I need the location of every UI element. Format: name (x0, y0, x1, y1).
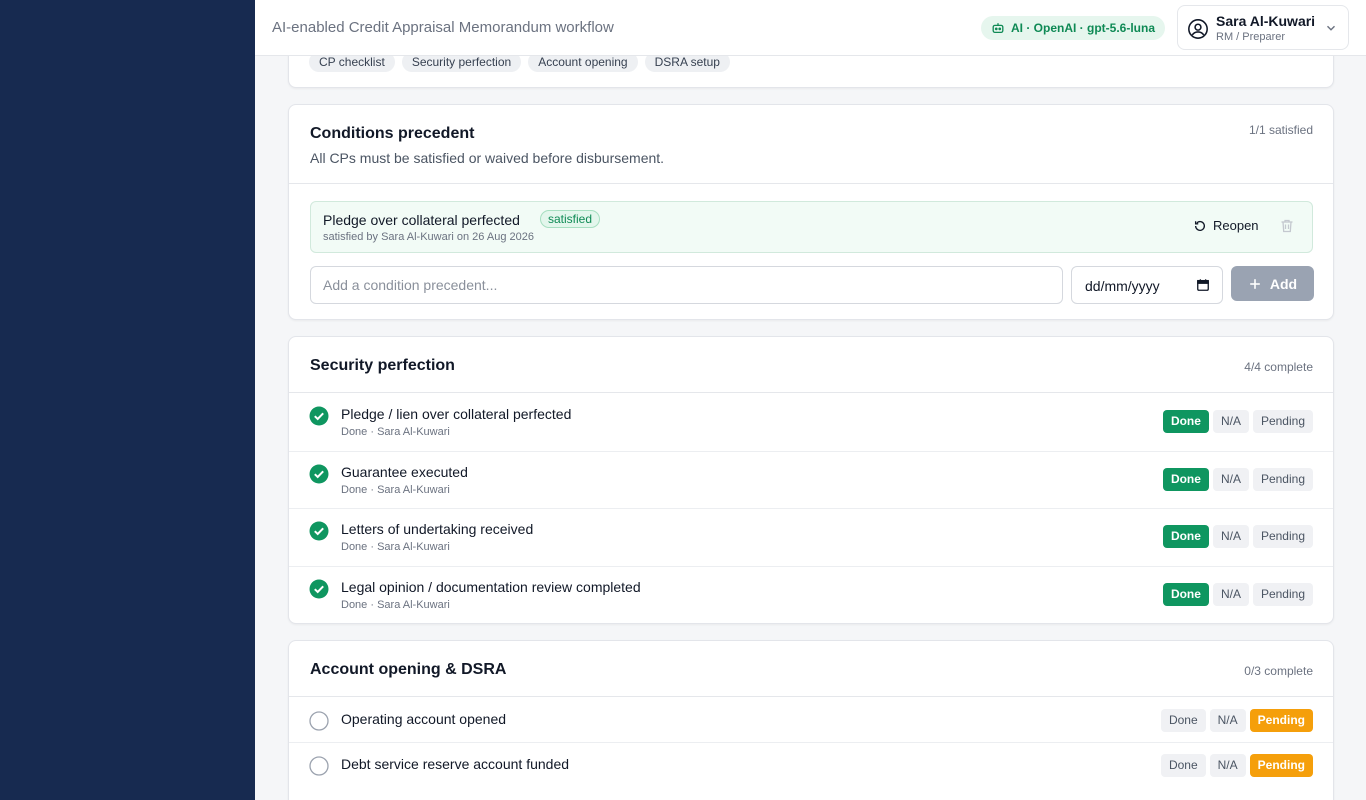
status-badge: satisfied (540, 210, 601, 228)
card-progress: 4/4 complete (1244, 360, 1313, 374)
checklist-row: Legal opinion / documentation review com… (289, 567, 1333, 623)
status-toggle: Done N/A Pending (1162, 410, 1313, 433)
user-name: Sara Al-Kuwari (1216, 13, 1316, 29)
cp-input[interactable] (310, 266, 1063, 304)
card-subtitle: All CPs must be satisfied or waived befo… (310, 150, 665, 166)
app-title: AI-enabled Credit Appraisal Memorandum w… (272, 19, 614, 36)
status-na-button[interactable]: N/A (1212, 468, 1249, 491)
checklist-row: Debt service reserve account funded Done… (289, 743, 1333, 788)
cp-item-meta: satisfied by Sara Al-Kuwari on 26 Aug 20… (323, 231, 534, 243)
card-header: Security perfection 4/4 complete (289, 337, 1333, 393)
card-title: Account opening & DSRA (310, 661, 507, 678)
cp-item-title: Pledge over collateral perfected (323, 212, 520, 228)
user-role: RM / Preparer (1216, 31, 1286, 43)
card-title: Conditions precedent (310, 125, 475, 142)
status-pending-button[interactable]: Pending (1252, 525, 1313, 548)
row-title: Guarantee executed (341, 464, 468, 480)
status-pending-button[interactable]: Pending (1249, 709, 1313, 732)
user-menu[interactable]: Sara Al-Kuwari RM / Preparer (1177, 5, 1349, 50)
check-circle-icon (309, 579, 329, 599)
status-na-button[interactable]: N/A (1212, 583, 1249, 606)
row-meta: Done · Sara Al-Kuwari (341, 541, 450, 553)
card-header: Account opening & DSRA 0/3 complete (289, 641, 1333, 697)
status-pending-button[interactable]: Pending (1249, 754, 1313, 777)
checklist-row: Pledge / lien over collateral perfected … (289, 394, 1333, 452)
empty-circle-icon (309, 711, 329, 731)
status-toggle: Done N/A Pending (1162, 525, 1313, 548)
security-perfection-card: Security perfection 4/4 complete Pledge … (288, 336, 1334, 624)
add-label: Add (1269, 275, 1298, 292)
status-na-button[interactable]: N/A (1209, 709, 1246, 732)
ai-provider-badge: AI · OpenAI · gpt-5.6-luna (981, 16, 1165, 40)
account-opening-card: Account opening & DSRA 0/3 complete Oper… (288, 640, 1334, 800)
status-done-button[interactable]: Done (1160, 754, 1206, 777)
rotate-ccw-icon (1194, 220, 1206, 231)
row-meta: Done · Sara Al-Kuwari (341, 426, 450, 438)
status-done-button[interactable]: Done (1162, 468, 1209, 491)
add-cp-button[interactable]: Add (1231, 266, 1314, 301)
row-meta: Done · Sara Al-Kuwari (341, 599, 450, 611)
ai-badge-label: AI · OpenAI · gpt-5.6-luna (1011, 21, 1155, 35)
plus-icon (1250, 278, 1260, 289)
top-bar: AI-enabled Credit Appraisal Memorandum w… (255, 0, 1366, 56)
row-meta: Done · Sara Al-Kuwari (341, 484, 450, 496)
card-progress: 1/1 satisfied (1248, 123, 1313, 137)
checklist-row: Guarantee executed Done · Sara Al-Kuwari… (289, 452, 1333, 509)
due-date-field[interactable]: dd/mm/yyyy (1071, 266, 1223, 304)
sidebar (0, 0, 255, 800)
check-circle-icon (309, 464, 329, 484)
status-done-button[interactable]: Done (1162, 583, 1209, 606)
status-na-button[interactable]: N/A (1212, 410, 1249, 433)
user-circle-icon (1188, 19, 1208, 39)
conditions-precedent-card: Conditions precedent All CPs must be sat… (288, 104, 1334, 320)
status-toggle: Done N/A Pending (1160, 754, 1313, 777)
row-title: Operating account opened (341, 711, 507, 727)
reopen-button[interactable]: Reopen (1193, 218, 1259, 233)
status-pending-button[interactable]: Pending (1252, 468, 1313, 491)
card-title: Security perfection (310, 357, 455, 374)
status-na-button[interactable]: N/A (1209, 754, 1246, 777)
chevron-down-icon (1327, 25, 1335, 31)
status-na-button[interactable]: N/A (1212, 525, 1249, 548)
status-toggle: Done N/A Pending (1160, 709, 1313, 732)
checklist-row: Letters of undertaking received Done · S… (289, 509, 1333, 567)
reopen-label: Reopen (1213, 218, 1259, 233)
status-toggle: Done N/A Pending (1162, 468, 1313, 491)
status-pending-button[interactable]: Pending (1252, 583, 1313, 606)
check-circle-icon (309, 406, 329, 426)
status-pending-button[interactable]: Pending (1252, 410, 1313, 433)
status-done-button[interactable]: Done (1160, 709, 1206, 732)
card-progress: 0/3 complete (1244, 664, 1313, 678)
cp-item: Pledge over collateral perfected satisfi… (310, 201, 1313, 253)
date-placeholder: dd/mm/yyyy (1085, 278, 1160, 294)
status-done-button[interactable]: Done (1162, 525, 1209, 548)
status-toggle: Done N/A Pending (1162, 583, 1313, 606)
empty-circle-icon (309, 756, 329, 776)
row-title: Debt service reserve account funded (341, 756, 570, 772)
calendar-icon[interactable] (1196, 278, 1210, 292)
row-title: Letters of undertaking received (341, 521, 534, 537)
card-header: Conditions precedent All CPs must be sat… (289, 105, 1333, 184)
check-circle-icon (309, 521, 329, 541)
row-title: Legal opinion / documentation review com… (341, 579, 641, 595)
status-done-button[interactable]: Done (1162, 410, 1209, 433)
checklist-row: Operating account opened Done N/A Pendin… (289, 698, 1333, 743)
trash-icon[interactable] (1279, 218, 1295, 234)
row-title: Pledge / lien over collateral perfected (341, 406, 572, 422)
bot-icon (992, 23, 1004, 34)
